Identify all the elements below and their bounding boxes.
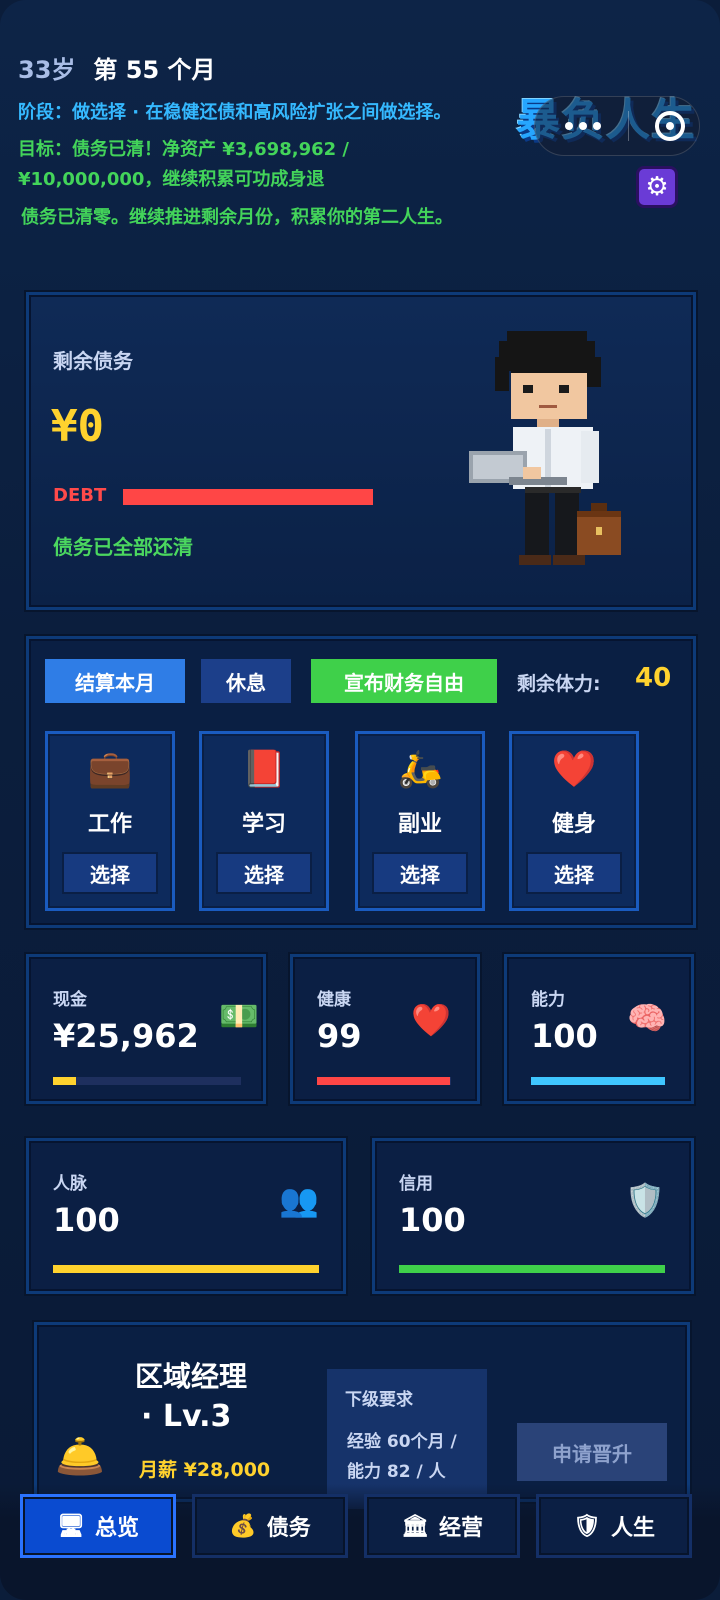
stat-ability: 能力 100 🧠 xyxy=(504,954,694,1104)
stat-health: 健康 99 ❤️ xyxy=(290,954,480,1104)
tab-business[interactable]: 🏛 经营 xyxy=(364,1494,520,1558)
goal-text: 目标：债务已清！净资产 ¥3,698,962 / ¥10,000,000，继续积… xyxy=(18,139,349,190)
debt-panel: 剩余债务 ¥0 DEBT 债务已全部还清 xyxy=(26,292,696,610)
shield-star-icon: 🛡️ xyxy=(625,1181,665,1219)
stat-label: 能力 xyxy=(531,990,565,1010)
debt-status: 债务已全部还清 xyxy=(53,535,193,559)
stat-bar xyxy=(317,1077,451,1085)
stat-bar xyxy=(399,1265,665,1273)
debt-bar xyxy=(123,489,373,505)
action-name: 副业 xyxy=(397,812,442,837)
action-card-work[interactable]: 💼 工作 选择 xyxy=(45,731,175,911)
people-icon: 👥 xyxy=(279,1181,319,1219)
settle-month-button[interactable]: 结算本月 xyxy=(45,659,185,703)
action-card-fitness[interactable]: ❤️ 健身 选择 xyxy=(509,731,639,911)
capsule-divider xyxy=(627,111,629,141)
action-name: 工作 xyxy=(87,812,132,837)
manager-avatar-icon: 🛎️ xyxy=(55,1434,105,1480)
brain-icon: 🧠 xyxy=(627,999,667,1037)
career-level: · Lv.3 xyxy=(141,1399,232,1434)
stat-network: 人脉 100 👥 xyxy=(26,1138,346,1294)
stat-value: 100 xyxy=(531,1017,598,1055)
stat-bar-fill xyxy=(53,1265,319,1273)
financial-freedom-button[interactable]: 宣布财务自由 xyxy=(311,659,497,703)
action-card-study[interactable]: 📕 学习 选择 xyxy=(199,731,329,911)
stat-credit: 信用 100 🛡️ xyxy=(372,1138,694,1294)
heart-icon: ❤️ xyxy=(411,1001,451,1039)
book-icon: 📕 xyxy=(241,749,287,790)
stat-label: 健康 xyxy=(317,990,351,1010)
stat-bar-fill xyxy=(53,1077,76,1085)
stat-value: 99 xyxy=(317,1017,362,1055)
career-title: 区域经理 xyxy=(135,1360,248,1393)
stat-bar-fill xyxy=(399,1265,665,1273)
month-label: 第 55 个月 xyxy=(93,56,216,84)
age-label: 33岁 xyxy=(18,56,76,84)
tab-life[interactable]: 🛡 人生 xyxy=(536,1494,692,1558)
heart-icon: ❤️ xyxy=(551,749,597,790)
tab-label: 总览 xyxy=(94,1516,139,1541)
stat-value: ¥25,962 xyxy=(53,1017,199,1055)
stat-label: 人脉 xyxy=(53,1174,87,1194)
game-screen: 33岁 第 55 个月 阶段：做选择 · 在稳健还债和高风险扩张之间做选择。 目… xyxy=(0,0,720,1600)
requirements-title: 下级要求 xyxy=(345,1390,413,1410)
stat-bar xyxy=(53,1265,319,1273)
action-name: 健身 xyxy=(551,812,596,837)
shield-star-icon: 🛡 xyxy=(573,1513,601,1539)
settings-button[interactable]: ⚙ xyxy=(636,166,678,208)
scooter-icon: 🛵 xyxy=(397,749,443,790)
moneybag-icon: 💰 xyxy=(229,1513,257,1539)
gear-icon: ⚙ xyxy=(645,172,669,202)
stamina-label: 剩余体力: xyxy=(517,673,601,695)
select-side-job-button[interactable]: 选择 xyxy=(372,852,468,894)
rest-button[interactable]: 休息 xyxy=(201,659,291,703)
select-study-button[interactable]: 选择 xyxy=(216,852,312,894)
tab-label: 人生 xyxy=(610,1516,655,1541)
stat-bar-fill xyxy=(531,1077,665,1085)
promote-button[interactable]: 申请晋升 xyxy=(517,1423,667,1481)
briefcase-icon: 💼 xyxy=(87,749,133,790)
building-icon: 🏛 xyxy=(401,1513,429,1539)
stage-text: 阶段：做选择 · 在稳健还债和高风险扩张之间做选择。 xyxy=(18,102,452,123)
note-text: 债务已清零。继续推进剩余月份，积累你的第二人生。 xyxy=(21,207,453,228)
debt-value: ¥0 xyxy=(51,401,104,452)
monitor-icon: 🖥 xyxy=(57,1513,85,1539)
stat-cash: 现金 ¥25,962 💵 xyxy=(26,954,266,1104)
stat-label: 现金 xyxy=(53,990,87,1010)
close-target-icon[interactable] xyxy=(655,111,685,141)
more-icon[interactable] xyxy=(565,122,601,130)
tab-overview[interactable]: 🖥 总览 xyxy=(20,1494,176,1558)
career-salary: 月薪 ¥28,000 xyxy=(139,1459,271,1481)
debt-title: 剩余债务 xyxy=(53,349,133,373)
stat-bar-fill xyxy=(317,1077,450,1085)
action-name: 学习 xyxy=(241,812,286,837)
action-card-side-job[interactable]: 🛵 副业 选择 xyxy=(355,731,485,911)
tab-debt[interactable]: 💰 债务 xyxy=(192,1494,348,1558)
mini-program-capsule[interactable] xyxy=(534,96,700,156)
bottom-nav: 🖥 总览 💰 债务 🏛 经营 🛡 人生 xyxy=(0,1484,720,1600)
select-work-button[interactable]: 选择 xyxy=(62,852,158,894)
time-row: 33岁 第 55 个月 xyxy=(18,50,498,85)
stamina-value: 40 xyxy=(635,663,672,693)
career-panel: 区域经理 · Lv.3 🛎️ 月薪 ¥28,000 下级要求 经验 60个月 /… xyxy=(34,1322,690,1509)
debt-bar-label: DEBT xyxy=(53,485,107,506)
stat-value: 100 xyxy=(399,1201,466,1239)
character-avatar xyxy=(469,331,621,565)
requirements-text: 经验 60个月 / 能力 82 / 人 xyxy=(347,1432,457,1482)
tab-label: 经营 xyxy=(438,1516,483,1541)
select-fitness-button[interactable]: 选择 xyxy=(526,852,622,894)
stat-label: 信用 xyxy=(399,1174,433,1194)
money-icon: 💵 xyxy=(219,997,259,1035)
stat-value: 100 xyxy=(53,1201,120,1239)
tab-label: 债务 xyxy=(266,1516,311,1541)
header: 33岁 第 55 个月 阶段：做选择 · 在稳健还债和高风险扩张之间做选择。 目… xyxy=(18,50,498,233)
action-panel: 结算本月 休息 宣布财务自由 剩余体力: 40 💼 工作 选择 📕 学习 选择 … xyxy=(26,636,696,928)
stat-bar xyxy=(531,1077,665,1085)
stat-bar xyxy=(53,1077,241,1085)
